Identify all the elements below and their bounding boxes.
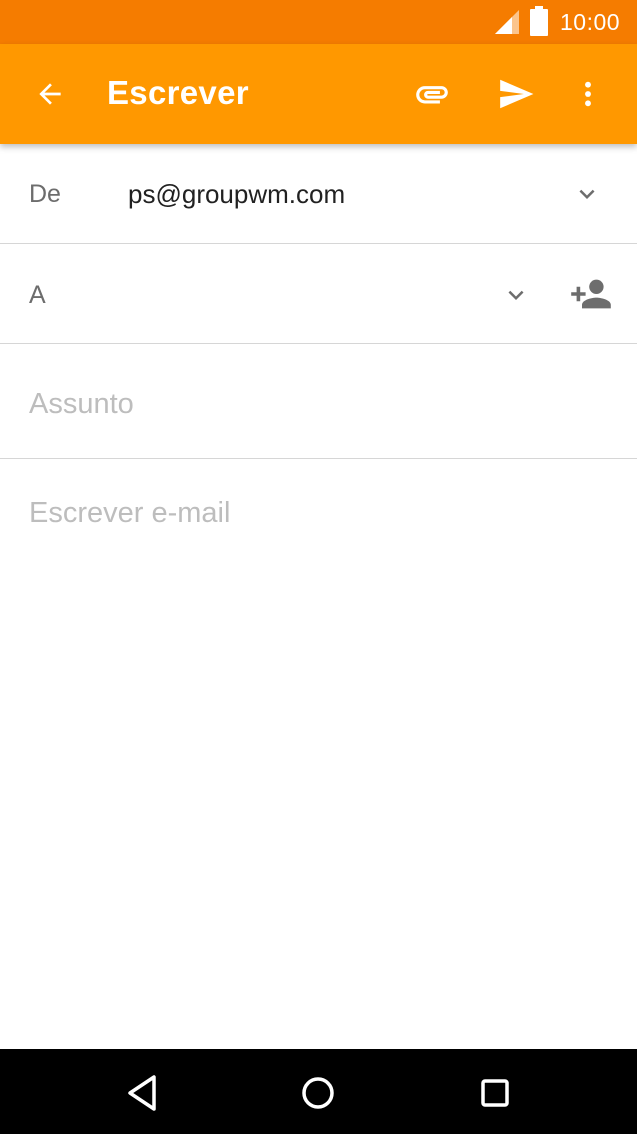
signal-icon [495,10,519,34]
subject-row [0,344,637,459]
more-options-button[interactable] [564,70,612,118]
to-expand-button[interactable] [496,275,536,315]
page-title: Escrever [107,74,249,111]
to-label: A [29,281,46,309]
email-body-input[interactable] [29,497,609,1017]
more-vert-icon [585,81,591,107]
nav-recents-icon [481,1079,509,1107]
navigation-bar [0,1049,637,1134]
to-row[interactable]: A [0,244,637,344]
from-dropdown-button[interactable] [567,174,607,214]
attach-button[interactable] [408,70,456,118]
chevron-down-icon [508,290,524,300]
from-row[interactable]: De ps@groupwm.com [0,144,637,244]
add-person-icon [571,279,611,309]
status-bar: 10:00 [0,0,637,44]
nav-home-button[interactable] [294,1069,342,1117]
chevron-down-icon [579,189,595,199]
nav-back-icon [128,1075,156,1111]
back-button[interactable] [26,70,74,118]
back-arrow-icon [39,83,61,105]
add-contact-button[interactable] [567,274,615,314]
nav-home-icon [302,1077,334,1109]
from-label: De [29,180,61,208]
send-button[interactable] [492,70,540,118]
from-account-value[interactable]: ps@groupwm.com [128,179,345,210]
battery-icon [530,6,548,36]
send-icon [500,79,534,109]
attach-icon [416,86,448,104]
app-bar: Escrever [0,44,637,144]
nav-recents-button[interactable] [471,1069,519,1117]
status-time: 10:00 [560,9,621,35]
nav-back-button[interactable] [118,1069,166,1117]
subject-input[interactable] [29,384,609,424]
